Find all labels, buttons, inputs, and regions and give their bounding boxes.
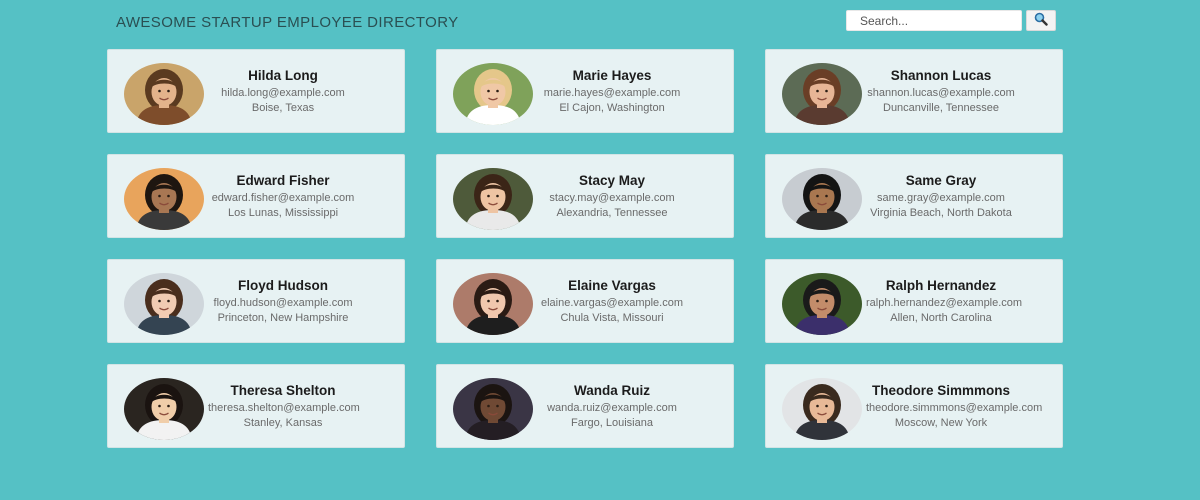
employee-location: Princeton, New Hampshire [217,312,349,324]
employee-avatar [124,378,204,440]
employee-avatar [124,273,204,335]
employee-location: Stanley, Kansas [243,417,323,429]
employee-avatar [453,63,533,125]
employee-location: Boise, Texas [251,102,315,114]
employee-location: Moscow, New York [894,417,988,429]
employee-info: Theodore Simmmons theodore.simmmons@exam… [866,382,1043,430]
employee-card[interactable]: Hilda Long hilda.long@example.com Boise,… [107,49,405,133]
employee-card[interactable]: Floyd Hudson floyd.hudson@example.com Pr… [107,259,405,343]
employee-name: Ralph Hernandez [885,278,997,293]
employee-avatar [782,168,862,230]
employee-email: marie.hayes@example.com [543,87,681,99]
employee-card[interactable]: Marie Hayes marie.hayes@example.com El C… [436,49,734,133]
employee-email: theresa.shelton@example.com [208,402,360,414]
employee-email: elaine.vargas@example.com [540,297,683,309]
employee-info: Ralph Hernandez ralph.hernandez@example.… [866,277,1023,325]
magnifier-icon [1034,12,1048,29]
employee-card[interactable]: Theodore Simmmons theodore.simmmons@exam… [765,364,1063,448]
employee-info: Shannon Lucas shannon.lucas@example.com … [866,67,1016,115]
employee-location: Virginia Beach, North Dakota [870,207,1012,219]
employee-info: Same Gray same.gray@example.com Virginia… [866,172,1016,220]
employee-avatar [453,378,533,440]
employee-card[interactable]: Edward Fisher edward.fisher@example.com … [107,154,405,238]
employee-card[interactable]: Theresa Shelton theresa.shelton@example.… [107,364,405,448]
employee-info: Floyd Hudson floyd.hudson@example.com Pr… [208,277,358,325]
employee-name: Theodore Simmmons [871,383,1011,398]
employee-info: Wanda Ruiz wanda.ruiz@example.com Fargo,… [537,382,687,430]
employee-email: shannon.lucas@example.com [867,87,1015,99]
employee-name: Edward Fisher [236,173,330,188]
employee-email: edward.fisher@example.com [211,192,355,204]
employee-name: Marie Hayes [572,68,652,83]
employee-location: Allen, North Carolina [890,312,992,324]
employee-avatar [124,63,204,125]
employee-avatar [782,273,862,335]
employee-email: wanda.ruiz@example.com [547,402,677,414]
employee-email: same.gray@example.com [877,192,1005,204]
employee-location: El Cajon, Washington [559,102,665,114]
employee-location: Fargo, Louisiana [571,417,653,429]
employee-card[interactable]: Shannon Lucas shannon.lucas@example.com … [765,49,1063,133]
employee-card[interactable]: Same Gray same.gray@example.com Virginia… [765,154,1063,238]
employee-email: ralph.hernandez@example.com [866,297,1023,309]
employee-info: Edward Fisher edward.fisher@example.com … [208,172,358,220]
employee-name: Theresa Shelton [230,383,336,398]
search-input[interactable] [846,10,1022,31]
employee-location: Chula Vista, Missouri [560,312,664,324]
employee-location: Alexandria, Tennessee [556,207,668,219]
employee-email: hilda.long@example.com [221,87,345,99]
employee-name: Wanda Ruiz [574,383,650,398]
search-button[interactable] [1026,10,1056,31]
employee-card[interactable]: Ralph Hernandez ralph.hernandez@example.… [765,259,1063,343]
employee-avatar [453,168,533,230]
employee-name: Elaine Vargas [568,278,656,293]
employee-location: Los Lunas, Mississippi [227,207,339,219]
employee-avatar [782,63,862,125]
employee-info: Marie Hayes marie.hayes@example.com El C… [537,67,687,115]
employee-name: Stacy May [578,173,646,188]
employee-card[interactable]: Elaine Vargas elaine.vargas@example.com … [436,259,734,343]
employee-email: stacy.may@example.com [549,192,675,204]
page-title: AWESOME STARTUP EMPLOYEE DIRECTORY [116,14,459,31]
employee-name: Shannon Lucas [890,68,992,83]
app-header: AWESOME STARTUP EMPLOYEE DIRECTORY [0,0,1200,46]
employee-info: Elaine Vargas elaine.vargas@example.com … [537,277,687,325]
employee-info: Stacy May stacy.may@example.com Alexandr… [537,172,687,220]
employee-card[interactable]: Stacy May stacy.may@example.com Alexandr… [436,154,734,238]
employee-avatar [782,378,862,440]
employee-avatar [453,273,533,335]
employee-card[interactable]: Wanda Ruiz wanda.ruiz@example.com Fargo,… [436,364,734,448]
employee-name: Hilda Long [248,68,318,83]
employee-name: Floyd Hudson [238,278,328,293]
employee-location: Duncanville, Tennessee [883,102,999,114]
employee-email: floyd.hudson@example.com [213,297,353,309]
employee-name: Same Gray [905,173,977,188]
employee-info: Hilda Long hilda.long@example.com Boise,… [208,67,358,115]
employee-avatar [124,168,204,230]
employee-email: theodore.simmmons@example.com [866,402,1043,414]
employee-info: Theresa Shelton theresa.shelton@example.… [208,382,360,430]
